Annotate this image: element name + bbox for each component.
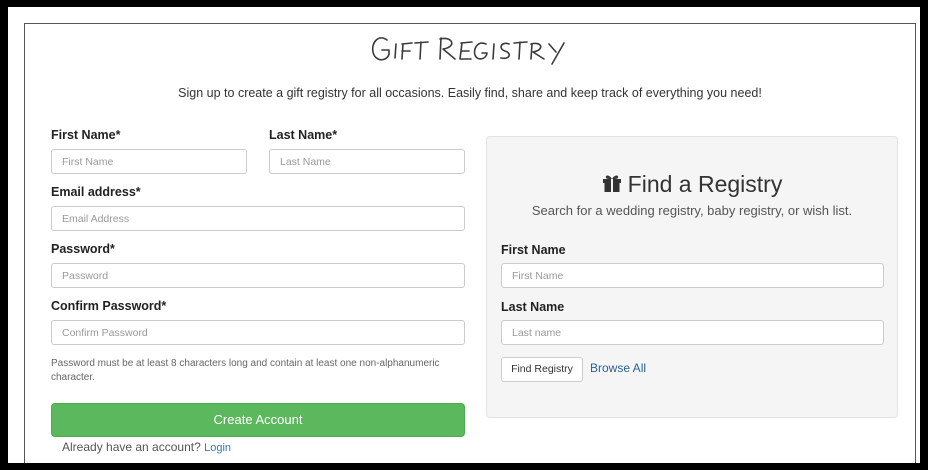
first-name-label: First Name* xyxy=(51,128,121,142)
find-last-name-label: Last Name xyxy=(501,300,565,314)
find-registry-title-text: Find a Registry xyxy=(627,171,783,197)
registry-page: Sign up to create a gift registry for al… xyxy=(24,23,916,463)
email-label: Email address* xyxy=(51,185,141,199)
find-first-name-input[interactable] xyxy=(501,263,884,288)
login-link[interactable]: Login xyxy=(204,442,231,454)
gift-icon xyxy=(602,172,622,199)
login-prompt: Already have an account? Login xyxy=(62,440,231,454)
password-label: Password* xyxy=(51,242,115,256)
find-registry-subtitle: Search for a wedding registry, baby regi… xyxy=(531,203,853,218)
confirm-password-input[interactable] xyxy=(51,320,465,345)
already-have-account-text: Already have an account? xyxy=(62,440,201,454)
page-frame: Sign up to create a gift registry for al… xyxy=(8,7,920,463)
find-last-name-input[interactable] xyxy=(501,320,884,345)
find-registry-panel: Find a Registry Search for a wedding reg… xyxy=(486,136,898,418)
find-first-name-label: First Name xyxy=(501,243,566,257)
logo-script-graphic xyxy=(371,37,565,65)
browse-all-link[interactable]: Browse All xyxy=(590,361,646,375)
last-name-input[interactable] xyxy=(269,149,465,174)
last-name-label: Last Name* xyxy=(269,128,338,142)
find-registry-button[interactable]: Find Registry xyxy=(501,357,583,382)
password-input[interactable] xyxy=(51,263,465,288)
confirm-password-label: Confirm Password* xyxy=(51,299,167,313)
password-hint: Password must be at least 8 characters l… xyxy=(51,358,440,383)
create-account-button[interactable]: Create Account xyxy=(51,403,465,437)
find-registry-title: Find a Registry xyxy=(487,171,897,199)
first-name-input[interactable] xyxy=(51,149,247,174)
gift-registry-logo xyxy=(365,28,585,70)
tagline: Sign up to create a gift registry for al… xyxy=(178,86,762,100)
email-input[interactable] xyxy=(51,206,465,231)
